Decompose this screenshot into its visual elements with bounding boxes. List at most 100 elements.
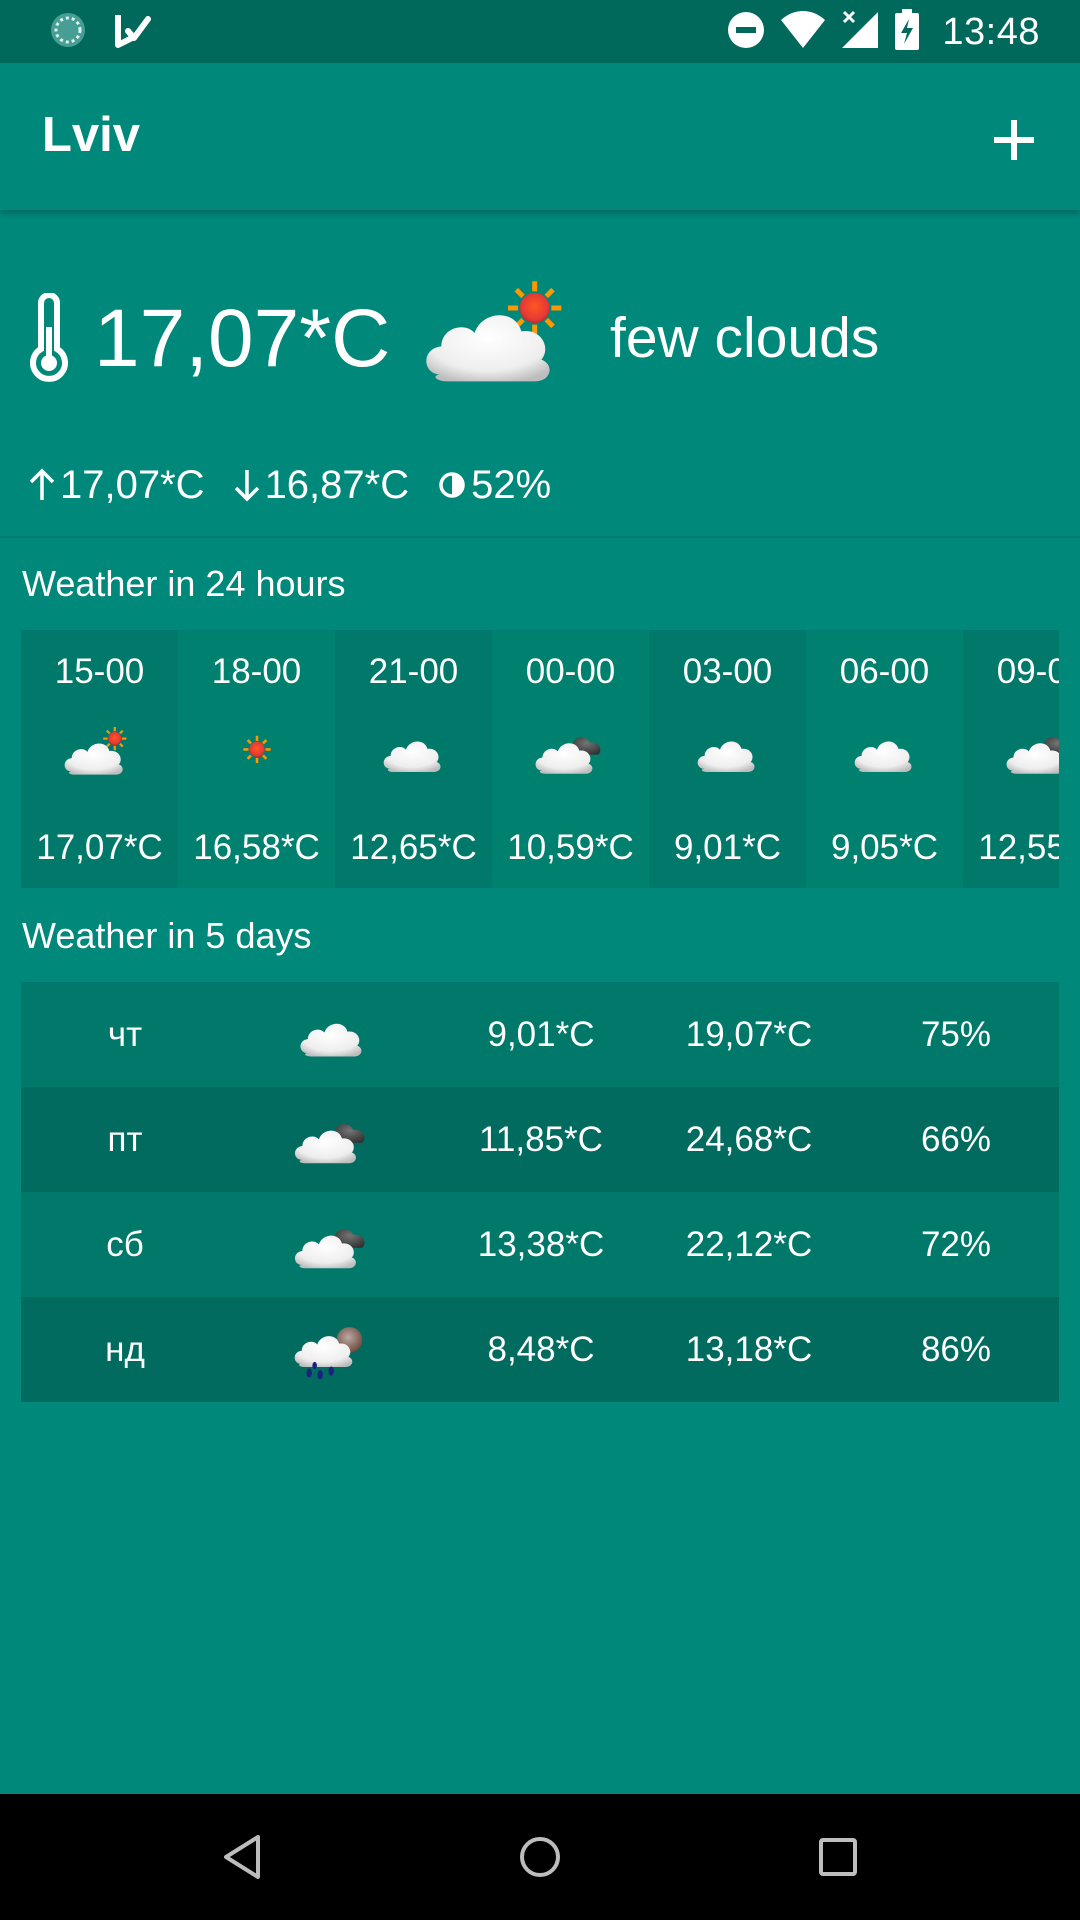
day-name: пт bbox=[107, 1119, 143, 1159]
hour-time: 00-00 bbox=[525, 652, 616, 691]
hourly-forecast-list[interactable]: 15-00 17,07*C 18-00 16,58*C 21-00 12,65*… bbox=[21, 630, 1059, 888]
rain-cloud-icon bbox=[294, 1326, 363, 1379]
current-stats: 17,07*C 16,87*C 52% bbox=[28, 460, 579, 510]
hourly-item[interactable]: 21-00 12,65*C bbox=[335, 630, 492, 888]
hourly-section-title: Weather in 24 hours bbox=[22, 563, 346, 604]
humidity: 52% bbox=[471, 462, 552, 507]
day-min-temp: 11,85*C bbox=[479, 1119, 603, 1159]
day-humidity: 66% bbox=[920, 1119, 992, 1159]
current-weather: 17,07*C few clouds 17,07*C 16,87*C 52% bbox=[0, 210, 1080, 538]
app-bar: Lviv bbox=[0, 63, 1080, 210]
cloud-icon bbox=[383, 741, 441, 772]
thermometer-icon bbox=[30, 293, 68, 382]
hour-temp: 17,07*C bbox=[36, 828, 163, 867]
day-max-temp: 24,68*C bbox=[685, 1119, 813, 1159]
recents-icon bbox=[819, 1838, 857, 1876]
back-icon bbox=[224, 1835, 260, 1879]
hour-time: 15-00 bbox=[54, 652, 145, 691]
hour-temp: 9,05*C bbox=[830, 828, 939, 867]
play-store-icon bbox=[114, 11, 152, 54]
min-temp: 16,87*C bbox=[264, 462, 410, 507]
arrow-up-icon bbox=[29, 468, 55, 500]
navigation-bar bbox=[0, 1794, 1080, 1920]
hourly-item[interactable]: 09-00 12,55*C bbox=[963, 630, 1059, 888]
do-not-disturb-icon bbox=[726, 10, 766, 55]
day-humidity: 72% bbox=[920, 1224, 992, 1264]
day-name: чт bbox=[107, 1014, 143, 1054]
daily-section-title: Weather in 5 days bbox=[22, 915, 312, 956]
max-temp: 17,07*C bbox=[60, 462, 205, 507]
day-row[interactable]: сб 13,38*C 22,12*C 72% bbox=[21, 1192, 1059, 1297]
hour-temp: 12,55*C bbox=[978, 828, 1059, 867]
back-button[interactable] bbox=[212, 1827, 272, 1887]
min-temp-stat: 16,87*C bbox=[233, 462, 410, 508]
hour-time: 03-00 bbox=[682, 652, 773, 691]
few-clouds-day-icon bbox=[64, 726, 127, 775]
cloud-night-icon bbox=[1006, 737, 1059, 774]
add-city-button[interactable] bbox=[974, 100, 1054, 180]
cloud-icon bbox=[697, 741, 755, 772]
city-title: Lviv bbox=[42, 108, 141, 162]
signal-icon bbox=[840, 10, 880, 55]
hour-time: 06-00 bbox=[839, 652, 930, 691]
status-bar: 13:48 bbox=[0, 0, 1080, 63]
day-min-temp: 8,48*C bbox=[487, 1329, 595, 1369]
loading-icon bbox=[48, 10, 88, 55]
battery-charging-icon bbox=[894, 8, 920, 56]
hour-icon-wrap bbox=[216, 722, 298, 782]
clock: 13:48 bbox=[942, 10, 1040, 53]
day-max-temp: 19,07*C bbox=[685, 1014, 813, 1054]
day-name: нд bbox=[105, 1329, 145, 1369]
hour-icon-wrap bbox=[844, 722, 926, 782]
hour-icon-wrap bbox=[1001, 722, 1059, 782]
hour-temp: 16,58*C bbox=[193, 828, 320, 867]
hour-time: 18-00 bbox=[211, 652, 302, 691]
current-temperature: 17,07*C bbox=[94, 293, 391, 384]
day-max-temp: 13,18*C bbox=[685, 1329, 813, 1369]
day-icon-wrap bbox=[229, 1109, 437, 1171]
day-icon-wrap bbox=[229, 1319, 437, 1381]
hour-time: 09-00 bbox=[996, 652, 1059, 691]
home-icon bbox=[520, 1837, 560, 1877]
home-button[interactable] bbox=[510, 1827, 570, 1887]
humidity-icon bbox=[439, 472, 465, 498]
recents-button[interactable] bbox=[808, 1827, 868, 1887]
day-row[interactable]: чт 9,01*C 19,07*C 75% bbox=[21, 982, 1059, 1087]
day-humidity: 86% bbox=[920, 1329, 992, 1369]
arrow-down-icon bbox=[234, 470, 259, 502]
hour-time: 21-00 bbox=[368, 652, 459, 691]
hour-icon-wrap bbox=[59, 722, 141, 782]
max-temp-stat: 17,07*C bbox=[28, 463, 205, 508]
cloud-night-icon bbox=[535, 737, 601, 774]
day-icon-wrap bbox=[229, 1214, 437, 1276]
hourly-item[interactable]: 00-00 10,59*C bbox=[492, 630, 649, 888]
day-min-temp: 9,01*C bbox=[487, 1014, 595, 1054]
hour-temp: 9,01*C bbox=[673, 828, 782, 867]
day-icon-wrap bbox=[229, 1004, 437, 1066]
cloud-icon bbox=[300, 1023, 362, 1056]
day-max-temp: 22,12*C bbox=[685, 1224, 813, 1264]
hourly-item[interactable]: 15-00 17,07*C bbox=[21, 630, 178, 888]
hour-temp: 12,65*C bbox=[350, 828, 477, 867]
hour-icon-wrap bbox=[373, 722, 455, 782]
weather-description: few clouds bbox=[610, 306, 880, 370]
day-min-temp: 13,38*C bbox=[477, 1224, 605, 1264]
plus-icon bbox=[994, 120, 1034, 160]
hourly-item[interactable]: 18-00 16,58*C bbox=[178, 630, 335, 888]
day-row[interactable]: пт 11,85*C 24,68*C 66% bbox=[21, 1087, 1059, 1192]
day-row[interactable]: нд 8,48*C 13,18*C 86% bbox=[21, 1297, 1059, 1402]
hourly-item[interactable]: 06-00 9,05*C bbox=[806, 630, 963, 888]
daily-forecast-table: чт 9,01*C 19,07*C 75% пт 11,85*C 24,68*C… bbox=[21, 982, 1059, 1402]
hourly-item[interactable]: 03-00 9,01*C bbox=[649, 630, 806, 888]
hour-icon-wrap bbox=[530, 722, 612, 782]
hour-temp: 10,59*C bbox=[507, 828, 634, 867]
wifi-icon bbox=[780, 10, 826, 55]
cloud-night-icon bbox=[294, 1123, 365, 1163]
hour-icon-wrap bbox=[687, 722, 769, 782]
cloud-icon bbox=[854, 741, 912, 772]
few-clouds-day-icon bbox=[426, 281, 562, 382]
clear-sun-icon bbox=[243, 735, 271, 764]
day-humidity: 75% bbox=[920, 1014, 992, 1054]
day-name: сб bbox=[106, 1224, 144, 1264]
humidity-stat: 52% bbox=[437, 463, 551, 508]
